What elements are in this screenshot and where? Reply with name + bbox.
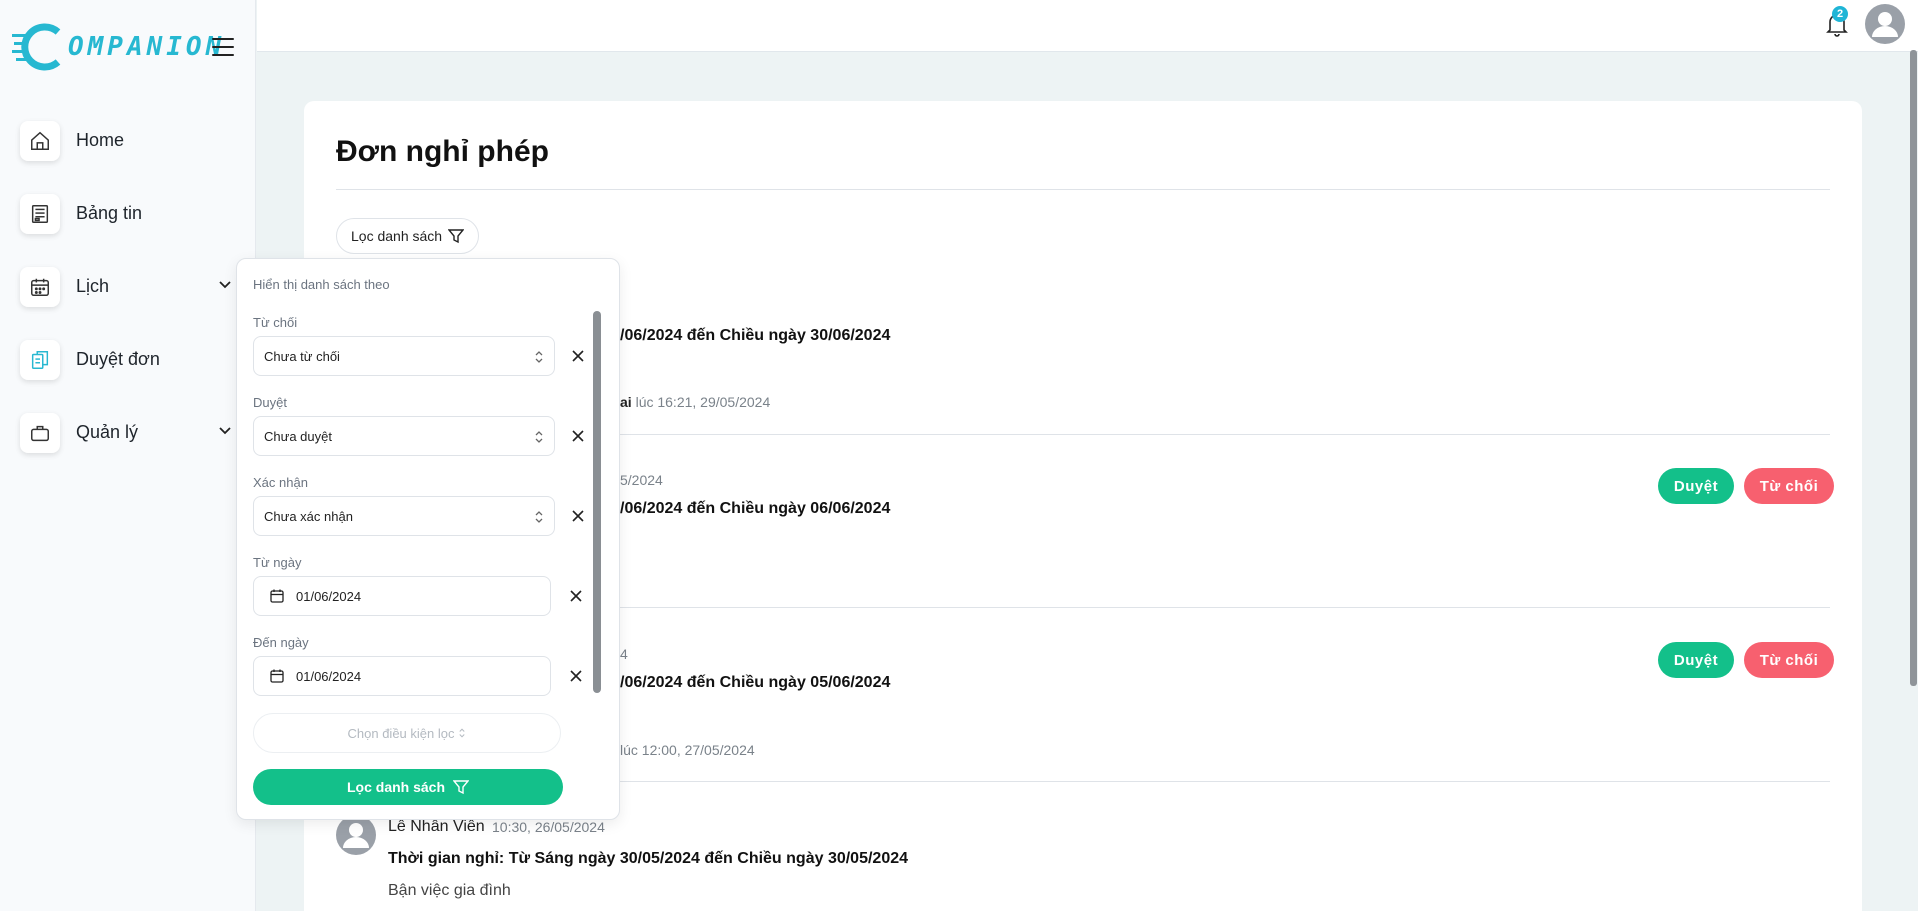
from-date-input[interactable]: 01/06/2024 [253, 576, 551, 616]
updown-chevron-icon [535, 431, 543, 443]
request-time: /06/2024 đến Chiều ngày 06/06/2024 [620, 500, 891, 517]
companion-logo[interactable]: OMPANION [12, 20, 221, 74]
page-title: Đơn nghỉ phép [336, 135, 549, 168]
user-avatar-icon [336, 815, 376, 855]
sidebar-item-label: Home [76, 130, 125, 150]
calendar-icon [270, 589, 284, 603]
request-date: 5/2024 [620, 472, 663, 488]
field-label-rejected: Từ chối [253, 315, 298, 330]
filter-icon [448, 229, 465, 244]
clear-to-date-icon[interactable] [569, 669, 583, 683]
request-date: 10:30, 26/05/2024 [492, 819, 605, 835]
clear-rejected-icon[interactable] [571, 349, 585, 363]
approved-select-value: Chưa duyệt [264, 428, 332, 444]
calendar-icon [270, 669, 284, 683]
request-sub: ai lúc 16:21, 29/05/2024 [620, 394, 770, 410]
sidebar-item-label: Quản lý [76, 422, 139, 442]
briefcase-icon [20, 412, 60, 453]
filter-icon [453, 780, 470, 795]
sidebar: OMPANION Home Bảng tin Lịch Duyệt đơn Qu… [0, 0, 256, 911]
from-date-value: 01/06/2024 [296, 588, 362, 604]
filter-condition-select[interactable]: Chọn điều kiện lọc [253, 713, 561, 753]
home-icon [20, 120, 60, 161]
employee-name: Lê Nhân Viên [388, 818, 485, 835]
reject-button[interactable]: Từ chối [1744, 468, 1834, 504]
calendar-icon [20, 266, 60, 307]
request-time: Thời gian nghỉ: Từ Sáng ngày 30/05/2024 … [388, 850, 909, 867]
filter-list-button[interactable]: Lọc danh sách [336, 218, 480, 254]
chevron-down-icon[interactable] [218, 424, 232, 438]
menu-toggle-icon[interactable] [212, 38, 234, 56]
filter-list-label: Lọc danh sách [351, 228, 443, 244]
request-time: /06/2024 đến Chiều ngày 30/06/2024 [620, 327, 891, 344]
updown-chevron-icon [535, 351, 543, 363]
reject-button[interactable]: Từ chối [1744, 642, 1834, 678]
field-label-to-date: Đến ngày [253, 635, 309, 650]
sidebar-nav: Home Bảng tin Lịch Duyệt đơn Quản lý [0, 104, 256, 469]
request-time: /06/2024 đến Chiều ngày 05/06/2024 [620, 674, 891, 691]
sidebar-item-home[interactable]: Home [0, 104, 256, 177]
sidebar-item-approvals[interactable]: Duyệt đơn [0, 323, 256, 396]
apply-filter-button[interactable]: Lọc danh sách [253, 769, 563, 805]
sidebar-item-management[interactable]: Quản lý [0, 396, 256, 469]
approve-button[interactable]: Duyệt [1658, 468, 1734, 504]
to-date-value: 01/06/2024 [296, 668, 362, 684]
field-label-from-date: Từ ngày [253, 555, 302, 570]
popover-scrollbar[interactable] [593, 311, 601, 693]
sidebar-item-label: Bảng tin [76, 203, 143, 223]
field-label-approved: Duyệt [253, 395, 287, 410]
page-scrollbar[interactable] [1910, 50, 1917, 686]
logo-c-icon [12, 23, 61, 71]
newspaper-icon [20, 193, 60, 234]
filter-condition-placeholder: Chọn điều kiện lọc [347, 725, 455, 741]
popover-heading: Hiển thị danh sách theo [253, 277, 390, 292]
sidebar-item-label: Duyệt đơn [76, 349, 160, 369]
divider [336, 189, 1830, 190]
request-date: 4 [620, 646, 628, 662]
clear-approved-icon[interactable] [571, 429, 585, 443]
notification-badge: 2 [1832, 6, 1848, 22]
updown-chevron-icon [535, 511, 543, 523]
request-reason: Bận việc gia đình [388, 882, 511, 899]
chevron-down-icon[interactable] [218, 278, 232, 292]
updown-chevron-icon [459, 728, 466, 738]
user-avatar-icon[interactable] [1864, 3, 1906, 45]
request-actor: ai [620, 394, 632, 410]
confirmed-select[interactable]: Chưa xác nhận [253, 496, 555, 536]
sidebar-item-calendar[interactable]: Lịch [0, 250, 256, 323]
clear-from-date-icon[interactable] [569, 589, 583, 603]
topbar [257, 0, 1918, 52]
rejected-select-value: Chưa từ chối [264, 348, 340, 364]
request-sub-time: lúc 12:00, 27/05/2024 [620, 742, 755, 758]
approve-button[interactable]: Duyệt [1658, 642, 1734, 678]
sidebar-item-news[interactable]: Bảng tin [0, 177, 256, 250]
confirmed-select-value: Chưa xác nhận [264, 508, 353, 524]
approved-select[interactable]: Chưa duyệt [253, 416, 555, 456]
field-label-confirmed: Xác nhận [253, 475, 308, 490]
documents-icon [20, 339, 60, 380]
sidebar-item-label: Lịch [76, 276, 110, 296]
to-date-input[interactable]: 01/06/2024 [253, 656, 551, 696]
apply-filter-label: Lọc danh sách [346, 779, 446, 795]
clear-confirmed-icon[interactable] [571, 509, 585, 523]
logo-text: OMPANION [68, 32, 226, 62]
filter-popover: Hiển thị danh sách theo Từ chối Chưa từ … [236, 258, 620, 820]
request-sub-time: lúc 16:21, 29/05/2024 [635, 394, 771, 410]
rejected-select[interactable]: Chưa từ chối [253, 336, 555, 376]
